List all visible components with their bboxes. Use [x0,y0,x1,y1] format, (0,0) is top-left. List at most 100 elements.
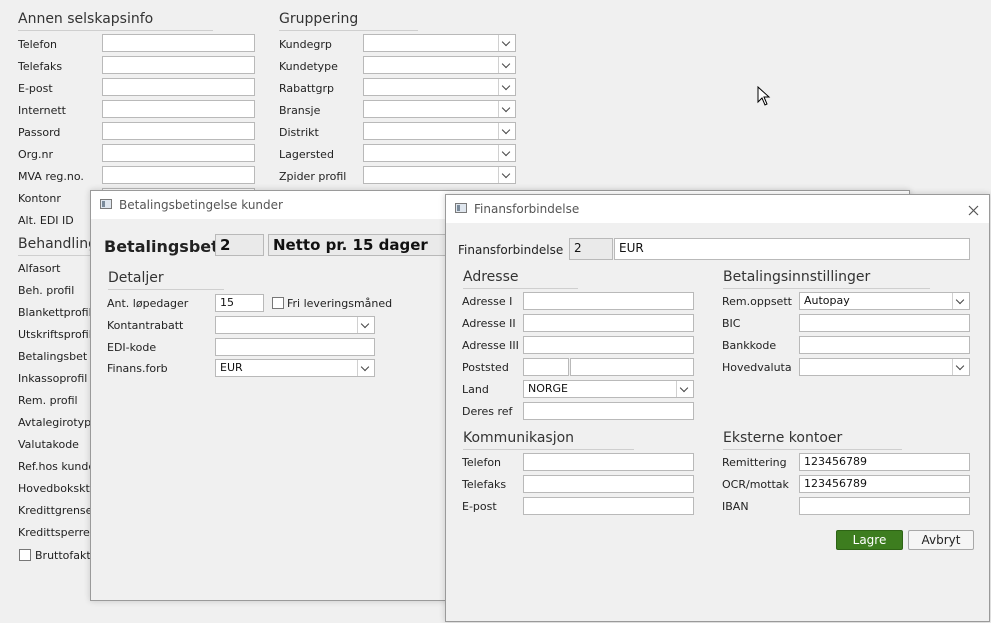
betalingsbet-code-field[interactable]: 2 [215,234,264,256]
annen-field-input[interactable] [102,56,255,74]
cancel-button[interactable]: Avbryt [908,530,974,550]
chevron-down-icon[interactable] [357,317,374,333]
gruppering-field-label: Kundetype [279,60,338,73]
land-select[interactable]: NORGE [523,380,694,398]
kom-epost-field[interactable] [523,497,694,515]
kom-telefon-field[interactable] [523,453,694,471]
deres-ref-label: Deres ref [462,405,513,418]
window-icon [455,203,467,213]
chevron-down-icon[interactable] [498,35,515,51]
chevron-down-icon[interactable] [498,167,515,183]
poststed-field[interactable] [570,358,694,376]
gruppering-select[interactable] [363,34,516,52]
annen-field-input[interactable] [102,34,255,52]
annen-field-label: Telefaks [18,60,63,73]
finans-window-title: Finansforbindelse [474,202,580,216]
bic-field[interactable] [799,314,970,332]
finans-titlebar[interactable]: Finansforbindelse [446,195,989,223]
window-icon [100,199,112,209]
annen-field-label: Org.nr [18,148,53,161]
section-title-annen: Annen selskapsinfo [18,11,214,31]
iban-field[interactable] [799,497,970,515]
annen-field-input[interactable] [102,100,255,118]
chevron-down-icon[interactable] [498,79,515,95]
kom-epost-label: E-post [462,500,497,513]
chevron-down-icon[interactable] [498,57,515,73]
chevron-down-icon[interactable] [952,293,969,309]
annen-field-label: E-post [18,82,53,95]
hovedvaluta-label: Hovedvaluta [722,361,792,374]
chevron-down-icon[interactable] [357,360,374,376]
kom-telefaks-field[interactable] [523,475,694,493]
behandling-field-label: Valutakode [18,438,79,451]
chevron-down-icon[interactable] [952,359,969,375]
behandling-field-label: Inkassoprofil [18,372,88,385]
gruppering-field-label: Kundegrp [279,38,332,51]
remittering-label: Remittering [722,456,787,469]
annen-field-input[interactable] [102,144,255,162]
gruppering-field-label: Bransje [279,104,321,117]
section-title-behandling: Behandling [18,236,157,256]
bankkode-label: Bankkode [722,339,777,352]
edi-label: EDI-kode [107,341,157,354]
behandling-field-label: Betalingsbet [18,350,88,363]
adresse1-field[interactable] [523,292,694,310]
annen-field-label: Telefon [18,38,58,51]
adresse2-field[interactable] [523,314,694,332]
save-button[interactable]: Lagre [836,530,903,550]
close-icon[interactable] [968,205,979,216]
finans-code-field[interactable]: 2 [569,238,613,260]
kom-telefon-label: Telefon [462,456,502,469]
betalingsbet-header-label: Betalingsbet [104,237,219,256]
annen-field-input[interactable] [102,166,255,184]
iban-label: IBAN [722,500,749,513]
adresse3-field[interactable] [523,336,694,354]
annen-field-label: Kontonr [18,192,61,205]
gruppering-field-label: Distrikt [279,126,319,139]
finans-select[interactable]: EUR [215,359,375,377]
land-label: Land [462,383,489,396]
edi-field[interactable] [215,338,375,356]
behandling-field-label: Kredittgrense [18,504,93,517]
cash-discount-select[interactable] [215,316,375,334]
days-field[interactable]: 15 [215,294,264,312]
postnr-field[interactable] [523,358,569,376]
finansforbindelse-window: Finansforbindelse Finansforbindelse 2 EU… [445,194,990,622]
chevron-down-icon[interactable] [676,381,693,397]
gruppering-select[interactable] [363,166,516,184]
deres-ref-field[interactable] [523,402,694,420]
gruppering-select[interactable] [363,144,516,162]
adresse2-label: Adresse II [462,317,516,330]
chevron-down-icon[interactable] [498,123,515,139]
ocr-field[interactable]: 123456789 [799,475,970,493]
hovedvaluta-select[interactable] [799,358,970,376]
gruppering-select[interactable] [363,100,516,118]
free-month-label: Fri leveringsmåned [287,297,393,310]
gruppering-select[interactable] [363,122,516,140]
annen-field-input[interactable] [102,122,255,140]
gruppering-select[interactable] [363,56,516,74]
chevron-down-icon[interactable] [498,101,515,117]
section-title-kommunikasjon: Kommunikasjon [463,430,635,450]
finans-name-field[interactable]: EUR [614,238,970,260]
adresse1-label: Adresse I [462,295,513,308]
chevron-down-icon[interactable] [498,145,515,161]
bankkode-field[interactable] [799,336,970,354]
behandling-field-label: Utskriftsprofil [18,328,92,341]
section-title-gruppering: Gruppering [279,11,419,31]
betalingsbet-description-field[interactable]: Netto pr. 15 dager [268,234,468,256]
annen-field-label: MVA reg.no. [18,170,84,183]
rem-oppsett-select[interactable]: Autopay [799,292,970,310]
behandling-field-label: Hovedbokskto [18,482,97,495]
behandling-field-label: Beh. profil [18,284,75,297]
bruttofaktura-checkbox[interactable] [19,549,31,561]
free-month-checkbox[interactable] [272,297,284,309]
remittering-field[interactable]: 123456789 [799,453,970,471]
annen-field-label: Passord [18,126,61,139]
ocr-label: OCR/mottak [722,478,789,491]
gruppering-select[interactable] [363,78,516,96]
behandling-field-label: Blankettprofil [18,306,92,319]
annen-field-input[interactable] [102,78,255,96]
bruttofaktura-label: Bruttofaktu [35,549,98,562]
section-title-adresse: Adresse [463,269,580,289]
